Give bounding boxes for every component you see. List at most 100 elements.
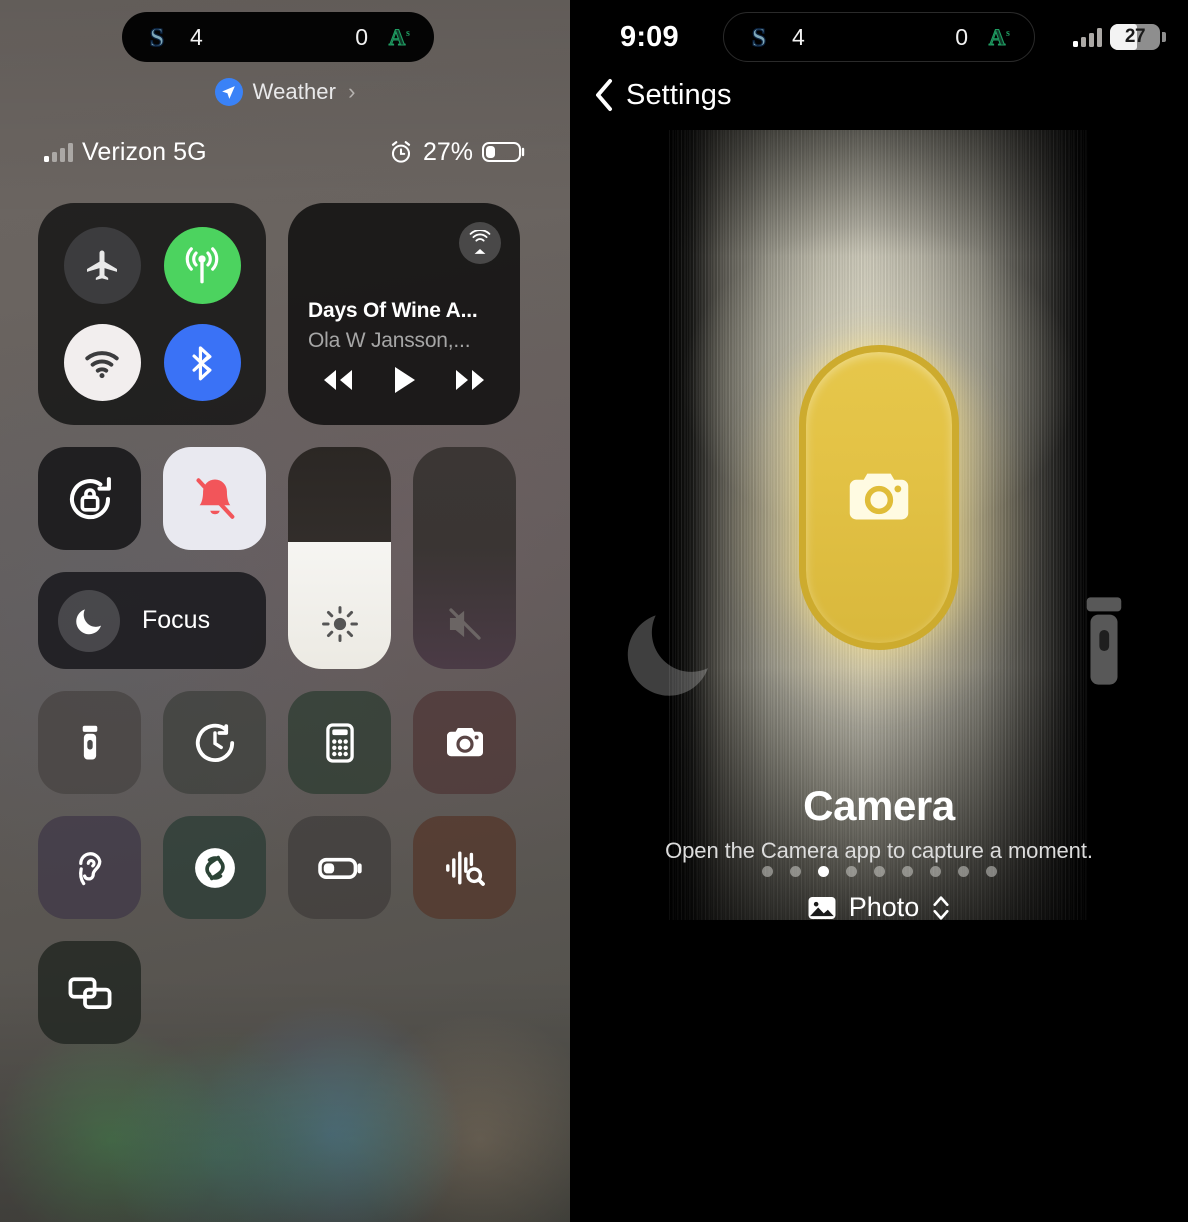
battery-percent-label: 27 xyxy=(1124,26,1146,47)
chevron-right-icon: › xyxy=(348,79,356,104)
page-dot[interactable] xyxy=(761,866,773,877)
fast-forward-button[interactable] xyxy=(450,366,490,399)
camera-icon xyxy=(446,727,483,756)
moon-icon xyxy=(58,589,120,652)
row-toggles-sliders: Focus xyxy=(38,447,520,669)
photo-icon xyxy=(808,896,836,919)
media-player-module[interactable]: Days Of Wine A... Ola W Jansson,... xyxy=(288,203,520,425)
action-button-pane: 9:09 S 4 0 A s 27 Settings Camera Open t… xyxy=(570,0,1188,1222)
status-bar-right: 27% xyxy=(388,138,526,167)
battery-percent-label: 27% xyxy=(422,137,473,166)
svg-text:S: S xyxy=(752,23,766,52)
sun-icon xyxy=(288,603,391,645)
alarm-clock-icon xyxy=(391,141,411,163)
page-description: Open the Camera app to capture a moment. xyxy=(665,838,1093,863)
row-apps-2 xyxy=(38,816,520,919)
next-page-flashlight-icon[interactable] xyxy=(1076,592,1132,710)
silent-mode-toggle[interactable] xyxy=(163,447,266,550)
battery-icon xyxy=(317,857,362,879)
rewind-button[interactable] xyxy=(318,366,358,399)
bluetooth-toggle[interactable] xyxy=(163,324,241,401)
rotation-lock-toggle[interactable] xyxy=(38,447,141,550)
ear-icon xyxy=(78,851,101,885)
toggles-column: Focus xyxy=(38,447,266,669)
media-title: Days Of Wine A... xyxy=(308,299,478,322)
sound-recognition-icon xyxy=(445,851,485,886)
hearing-tile[interactable] xyxy=(38,816,141,919)
cellular-bars-icon xyxy=(1073,27,1102,47)
page-dot[interactable] xyxy=(929,866,941,877)
focus-label: Focus xyxy=(142,606,211,634)
calculator-tile[interactable] xyxy=(288,691,391,794)
cellular-data-toggle[interactable] xyxy=(163,227,241,304)
option-picker[interactable]: Photo xyxy=(570,892,1188,923)
page-dot-active[interactable] xyxy=(817,866,829,877)
dynamic-island-live-activity[interactable]: S 4 0 A s xyxy=(723,12,1035,62)
flashlight-icon xyxy=(82,725,97,759)
control-center-pane: S 4 0 A s Weather › Verizon 5G 27% Days … xyxy=(0,0,570,1222)
connectivity-module[interactable] xyxy=(38,203,266,425)
wifi-icon xyxy=(85,350,119,378)
page-dot[interactable] xyxy=(985,866,997,877)
media-artist: Ola W Jansson,... xyxy=(308,329,471,352)
action-button-preview[interactable] xyxy=(799,345,959,650)
back-to-settings-button[interactable]: Settings xyxy=(594,78,732,112)
flashlight-tile[interactable] xyxy=(38,691,141,794)
play-button[interactable] xyxy=(389,364,419,401)
wifi-toggle[interactable] xyxy=(63,324,141,401)
calculator-icon xyxy=(325,722,354,763)
timer-tile[interactable] xyxy=(163,691,266,794)
svg-text:S: S xyxy=(150,23,164,52)
rotation-lock-icon xyxy=(69,476,111,519)
page-dot[interactable] xyxy=(957,866,969,877)
bell-slash-icon xyxy=(195,477,234,519)
screen-mirroring-tile[interactable] xyxy=(38,941,141,1044)
away-score: 4 xyxy=(792,23,805,50)
screenshot-root: S 4 0 A s Weather › Verizon 5G 27% Days … xyxy=(0,0,1188,1222)
away-score: 4 xyxy=(190,23,203,50)
status-bar: Verizon 5G 27% xyxy=(0,132,570,172)
athletics-logo-icon: A s xyxy=(388,24,410,50)
brightness-slider[interactable] xyxy=(288,447,391,669)
airplane-mode-toggle[interactable] xyxy=(63,227,141,304)
previous-page-moon-icon[interactable] xyxy=(614,598,724,708)
weather-label: Weather xyxy=(252,79,337,104)
focus-toggle[interactable]: Focus xyxy=(38,572,266,669)
page-dot[interactable] xyxy=(873,866,885,877)
page-dot[interactable] xyxy=(789,866,801,877)
page-indicator[interactable] xyxy=(570,866,1188,877)
status-bar: 9:09 S 4 0 A s 27 xyxy=(570,0,1188,74)
camera-icon xyxy=(849,473,909,519)
screen-mirroring-icon xyxy=(68,976,111,1009)
weather-widget-link[interactable]: Weather › xyxy=(0,78,570,106)
speaker-mute-icon xyxy=(413,603,516,645)
row-apps-3 xyxy=(38,941,520,1044)
battery-icon: 27 xyxy=(1110,24,1166,50)
page-dot[interactable] xyxy=(901,866,913,877)
volume-slider[interactable] xyxy=(413,447,516,669)
svg-text:A: A xyxy=(389,25,406,50)
airplane-icon xyxy=(87,250,117,280)
battery-icon xyxy=(482,142,525,162)
page-dot[interactable] xyxy=(845,866,857,877)
cellular-bars-icon xyxy=(44,142,73,162)
dynamic-island-live-activity[interactable]: S 4 0 A s xyxy=(122,12,434,62)
chevron-up-down-icon xyxy=(933,895,949,920)
shazam-tile[interactable] xyxy=(163,816,266,919)
svg-text:s: s xyxy=(1006,28,1010,39)
airplay-audio-icon[interactable] xyxy=(459,222,501,264)
svg-text:A: A xyxy=(989,25,1006,50)
camera-tile[interactable] xyxy=(413,691,516,794)
chevron-left-icon xyxy=(596,79,612,111)
media-controls xyxy=(288,364,520,401)
carrier-label: Verizon 5G xyxy=(82,137,207,166)
back-button-label: Settings xyxy=(626,78,732,111)
row-connectivity-media: Days Of Wine A... Ola W Jansson,... xyxy=(38,203,520,425)
shazam-icon xyxy=(194,847,235,888)
toggle-pair xyxy=(38,447,266,550)
bluetooth-icon xyxy=(192,345,212,380)
sound-recognition-tile[interactable] xyxy=(413,816,516,919)
low-power-mode-tile[interactable] xyxy=(288,816,391,919)
option-picker-label: Photo xyxy=(848,892,920,922)
control-center-grid: Days Of Wine A... Ola W Jansson,... Focu… xyxy=(38,203,520,1044)
